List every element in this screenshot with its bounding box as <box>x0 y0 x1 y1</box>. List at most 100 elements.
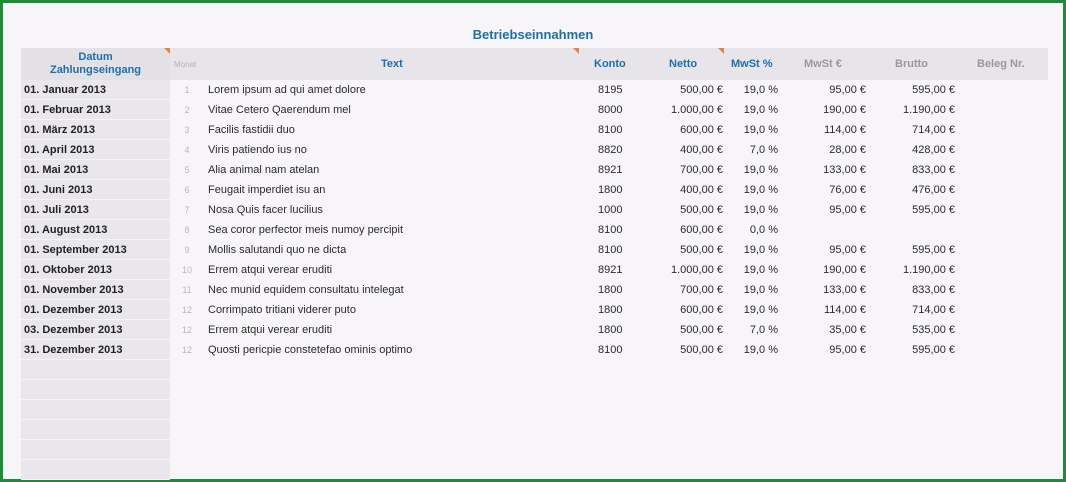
date-cell[interactable]: 01. Juni 2013 <box>21 180 170 200</box>
netto-cell[interactable]: 500,00 € <box>680 340 723 360</box>
comment-marker-icon[interactable] <box>573 48 579 54</box>
date-cell[interactable]: 01. Dezember 2013 <box>21 300 170 320</box>
konto-cell[interactable]: 1800 <box>598 280 622 300</box>
comment-marker-icon[interactable] <box>718 48 724 54</box>
text-cell[interactable]: Vitae Cetero Qaerendum mel <box>208 100 351 120</box>
netto-cell[interactable]: 500,00 € <box>680 320 723 340</box>
header-date[interactable]: Datum Zahlungseingang <box>21 48 170 80</box>
konto-cell[interactable]: 8921 <box>598 260 622 280</box>
table-row[interactable]: 8 Sea coror perfector meis numoy percipit… <box>170 220 1048 240</box>
netto-cell[interactable]: 1.000,00 € <box>671 100 723 120</box>
table-row[interactable]: 12 Corrimpato tritiani viderer puto 1800 60… <box>170 300 1048 320</box>
mwst-euro-cell[interactable]: 95,00 € <box>829 240 866 260</box>
header-beleg[interactable]: Beleg Nr. <box>977 48 1025 80</box>
brutto-cell[interactable]: 535,00 € <box>912 320 955 340</box>
mwst-percent-cell[interactable]: 7,0 % <box>750 140 778 160</box>
month-cell[interactable]: 5 <box>170 160 204 180</box>
table-row[interactable]: 11 Nec munid equidem consultatu intelegat… <box>170 280 1048 300</box>
date-cell[interactable]: 01. Oktober 2013 <box>21 260 170 280</box>
date-cell[interactable]: 31. Dezember 2013 <box>21 340 170 360</box>
header-mwst-euro[interactable]: MwSt € <box>804 48 842 80</box>
netto-cell[interactable]: 500,00 € <box>680 200 723 220</box>
text-cell[interactable]: Errem atqui verear eruditi <box>208 320 332 340</box>
netto-cell[interactable]: 1.000,00 € <box>671 260 723 280</box>
empty-date-cell[interactable] <box>21 360 170 380</box>
text-cell[interactable]: Corrimpato tritiani viderer puto <box>208 300 356 320</box>
netto-cell[interactable]: 700,00 € <box>680 160 723 180</box>
konto-cell[interactable]: 1000 <box>598 200 622 220</box>
brutto-cell[interactable]: 595,00 € <box>912 240 955 260</box>
header-text[interactable]: Text <box>381 48 403 80</box>
table-row[interactable]: 6 Feugait imperdiet isu an 1800 400,00 € 19,… <box>170 180 1048 200</box>
month-cell[interactable]: 12 <box>170 320 204 340</box>
date-cell[interactable]: 01. September 2013 <box>21 240 170 260</box>
text-cell[interactable]: Nosa Quis facer lucilius <box>208 200 323 220</box>
date-cell[interactable]: 01. März 2013 <box>21 120 170 140</box>
table-row[interactable]: 12 Quosti pericpie constetefao ominis opt… <box>170 340 1048 360</box>
mwst-percent-cell[interactable]: 19,0 % <box>744 180 778 200</box>
mwst-percent-cell[interactable]: 19,0 % <box>744 300 778 320</box>
header-konto[interactable]: Konto <box>594 48 626 80</box>
month-cell[interactable]: 9 <box>170 240 204 260</box>
empty-date-cell[interactable] <box>21 420 170 440</box>
date-cell[interactable]: 01. August 2013 <box>21 220 170 240</box>
empty-date-cell[interactable] <box>21 380 170 400</box>
month-cell[interactable]: 11 <box>170 280 204 300</box>
table-row[interactable]: 12 Errem atqui verear eruditi 1800 500,00 €… <box>170 320 1048 340</box>
month-cell[interactable]: 4 <box>170 140 204 160</box>
empty-date-cell[interactable] <box>21 400 170 420</box>
mwst-percent-cell[interactable]: 19,0 % <box>744 240 778 260</box>
month-cell[interactable]: 12 <box>170 300 204 320</box>
text-cell[interactable]: Facilis fastidii duo <box>208 120 295 140</box>
date-cell[interactable]: 01. April 2013 <box>21 140 170 160</box>
konto-cell[interactable]: 8100 <box>598 220 622 240</box>
date-cell[interactable]: 01. November 2013 <box>21 280 170 300</box>
netto-cell[interactable]: 600,00 € <box>680 300 723 320</box>
brutto-cell[interactable]: 833,00 € <box>912 160 955 180</box>
empty-date-cell[interactable] <box>21 460 170 480</box>
mwst-percent-cell[interactable]: 19,0 % <box>744 100 778 120</box>
mwst-euro-cell[interactable]: 133,00 € <box>823 280 866 300</box>
mwst-euro-cell[interactable]: 190,00 € <box>823 100 866 120</box>
netto-cell[interactable]: 500,00 € <box>680 80 723 100</box>
text-cell[interactable]: Mollis salutandi quo ne dicta <box>208 240 346 260</box>
header-netto[interactable]: Netto <box>669 48 697 80</box>
konto-cell[interactable]: 8921 <box>598 160 622 180</box>
text-cell[interactable]: Lorem ipsum ad qui amet dolore <box>208 80 366 100</box>
mwst-percent-cell[interactable]: 19,0 % <box>744 280 778 300</box>
month-cell[interactable]: 8 <box>170 220 204 240</box>
mwst-percent-cell[interactable]: 19,0 % <box>744 160 778 180</box>
date-cell[interactable]: 01. Mai 2013 <box>21 160 170 180</box>
konto-cell[interactable]: 8195 <box>598 80 622 100</box>
mwst-percent-cell[interactable]: 19,0 % <box>744 200 778 220</box>
empty-date-cell[interactable] <box>21 440 170 460</box>
table-row[interactable]: 10 Errem atqui verear eruditi 8921 1.000,00… <box>170 260 1048 280</box>
netto-cell[interactable]: 400,00 € <box>680 180 723 200</box>
konto-cell[interactable]: 8100 <box>598 340 622 360</box>
text-cell[interactable]: Quosti pericpie constetefao ominis optim… <box>208 340 412 360</box>
table-row[interactable]: 9 Mollis salutandi quo ne dicta 8100 500,00… <box>170 240 1048 260</box>
text-cell[interactable]: Alia animal nam atelan <box>208 160 319 180</box>
mwst-euro-cell[interactable]: 95,00 € <box>829 340 866 360</box>
text-cell[interactable]: Feugait imperdiet isu an <box>208 180 325 200</box>
mwst-euro-cell[interactable]: 28,00 € <box>829 140 866 160</box>
header-brutto[interactable]: Brutto <box>895 48 928 80</box>
mwst-percent-cell[interactable]: 19,0 % <box>744 340 778 360</box>
date-cell[interactable]: 01. Januar 2013 <box>21 80 170 100</box>
brutto-cell[interactable]: 1.190,00 € <box>903 260 955 280</box>
brutto-cell[interactable]: 595,00 € <box>912 340 955 360</box>
netto-cell[interactable]: 700,00 € <box>680 280 723 300</box>
month-cell[interactable]: 7 <box>170 200 204 220</box>
brutto-cell[interactable]: 714,00 € <box>912 300 955 320</box>
mwst-percent-cell[interactable]: 0,0 % <box>750 220 778 240</box>
text-cell[interactable]: Nec munid equidem consultatu intelegat <box>208 280 404 300</box>
text-cell[interactable]: Sea coror perfector meis numoy percipit <box>208 220 403 240</box>
mwst-euro-cell[interactable]: 35,00 € <box>829 320 866 340</box>
date-cell[interactable]: 01. Februar 2013 <box>21 100 170 120</box>
header-monat[interactable]: Monat <box>174 48 196 80</box>
mwst-euro-cell[interactable]: 95,00 € <box>829 80 866 100</box>
mwst-euro-cell[interactable]: 133,00 € <box>823 160 866 180</box>
konto-cell[interactable]: 8820 <box>598 140 622 160</box>
month-cell[interactable]: 1 <box>170 80 204 100</box>
brutto-cell[interactable]: 595,00 € <box>912 80 955 100</box>
